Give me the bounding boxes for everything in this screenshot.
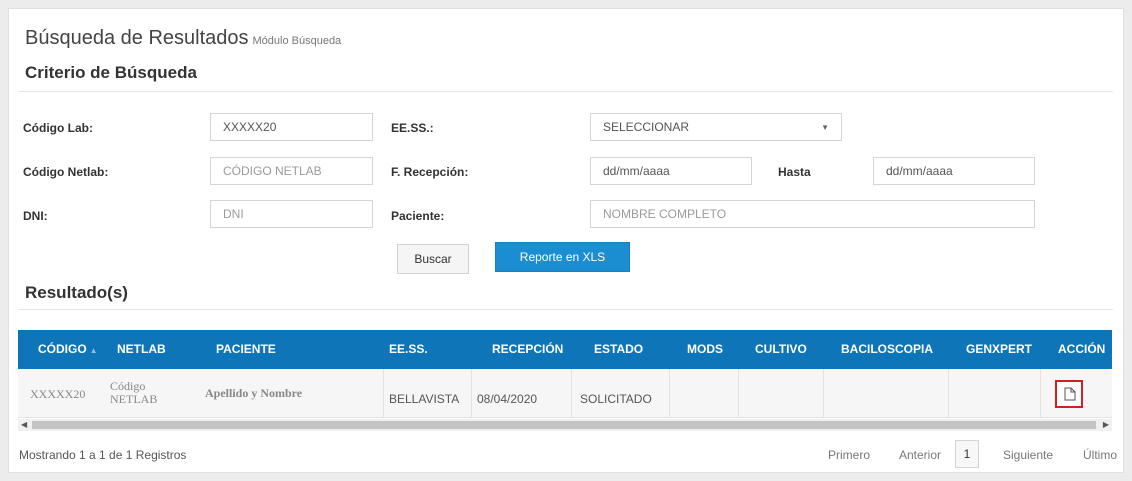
f-recepcion-label: F. Recepción: <box>391 165 469 179</box>
sort-asc-icon: ▲ <box>89 346 98 355</box>
horizontal-scrollbar[interactable]: ◀ ▶ <box>18 419 1112 431</box>
codigo-netlab-input[interactable]: CÓDIGO NETLAB <box>210 157 373 185</box>
col-netlab[interactable]: NETLAB <box>117 330 166 369</box>
results-heading: Resultado(s) <box>25 283 128 302</box>
divider <box>19 91 1113 92</box>
dni-label: DNI: <box>23 209 48 223</box>
cell-codigo: XXXXX20 <box>30 387 86 401</box>
eess-select-value: SELECCIONAR <box>603 120 690 134</box>
eess-label: EE.SS.: <box>391 121 434 135</box>
col-genxpert[interactable]: GENXPERT <box>966 330 1032 369</box>
col-eess[interactable]: EE.SS. <box>389 330 428 369</box>
col-baciloscopia[interactable]: BACILOSCOPIA <box>841 330 933 369</box>
page-subtitle: Módulo Búsqueda <box>252 35 342 47</box>
pager-page-1[interactable]: 1 <box>955 440 979 468</box>
pager-last[interactable]: Último <box>1083 448 1117 462</box>
view-document-button[interactable] <box>1055 380 1083 408</box>
cell-eess: BELLAVISTA <box>389 392 460 406</box>
eess-select[interactable]: SELECCIONAR ▼ <box>590 113 842 141</box>
paciente-input[interactable]: NOMBRE COMPLETO <box>590 200 1035 228</box>
cell-divider <box>383 369 384 417</box>
codigo-netlab-label: Código Netlab: <box>23 165 109 179</box>
col-codigo[interactable]: CÓDIGO ▲ <box>38 330 98 369</box>
cell-divider <box>471 369 472 417</box>
cell-recepcion: 08/04/2020 <box>477 392 538 406</box>
cell-paciente: Apellido y Nombre <box>205 386 303 400</box>
cell-divider <box>571 369 572 417</box>
scroll-thumb[interactable] <box>32 421 1096 429</box>
hasta-label: Hasta <box>778 165 811 179</box>
criteria-heading: Criterio de Búsqueda <box>25 63 197 82</box>
buscar-button[interactable]: Buscar <box>397 244 469 274</box>
cell-divider <box>1040 369 1041 417</box>
cell-estado: SOLICITADO <box>580 392 652 406</box>
f-recepcion-input[interactable]: dd/mm/aaaa <box>590 157 752 185</box>
reporte-xls-button[interactable]: Reporte en XLS <box>495 242 630 272</box>
paciente-label: Paciente: <box>391 209 445 223</box>
divider <box>19 309 1113 310</box>
col-accion[interactable]: ACCIÓN <box>1058 330 1105 369</box>
pager-previous[interactable]: Anterior <box>899 448 941 462</box>
page-title-text: Búsqueda de Resultados <box>25 27 249 49</box>
pager-next[interactable]: Siguiente <box>1003 448 1053 462</box>
table-header: CÓDIGO ▲ NETLAB PACIENTE EE.SS. RECEPCIÓN… <box>18 330 1112 369</box>
cell-divider <box>738 369 739 417</box>
page-title: Búsqueda de Resultados Módulo Búsqueda <box>25 27 341 50</box>
col-cultivo[interactable]: CULTIVO <box>755 330 807 369</box>
table-row: XXXXX20 Código NETLAB Apellido y Nombre … <box>18 369 1112 418</box>
scroll-left-icon[interactable]: ◀ <box>21 419 27 431</box>
dni-input[interactable]: DNI <box>210 200 373 228</box>
pager-first[interactable]: Primero <box>828 448 870 462</box>
cell-netlab: Código NETLAB <box>110 380 157 406</box>
document-icon <box>1064 387 1076 401</box>
codigo-lab-label: Código Lab: <box>23 121 93 135</box>
col-paciente[interactable]: PACIENTE <box>216 330 276 369</box>
chevron-down-icon: ▼ <box>821 123 829 132</box>
scroll-right-icon[interactable]: ▶ <box>1103 419 1109 431</box>
col-mods[interactable]: MODS <box>687 330 723 369</box>
codigo-lab-input[interactable]: XXXXX20 <box>210 113 373 141</box>
col-recepcion[interactable]: RECEPCIÓN <box>492 330 563 369</box>
cell-divider <box>948 369 949 417</box>
col-estado[interactable]: ESTADO <box>594 330 643 369</box>
cell-divider <box>823 369 824 417</box>
cell-divider <box>669 369 670 417</box>
col-codigo-label: CÓDIGO <box>38 342 87 356</box>
hasta-input[interactable]: dd/mm/aaaa <box>873 157 1035 185</box>
cell-netlab-line2: NETLAB <box>110 392 158 406</box>
records-info: Mostrando 1 a 1 de 1 Registros <box>19 448 187 462</box>
